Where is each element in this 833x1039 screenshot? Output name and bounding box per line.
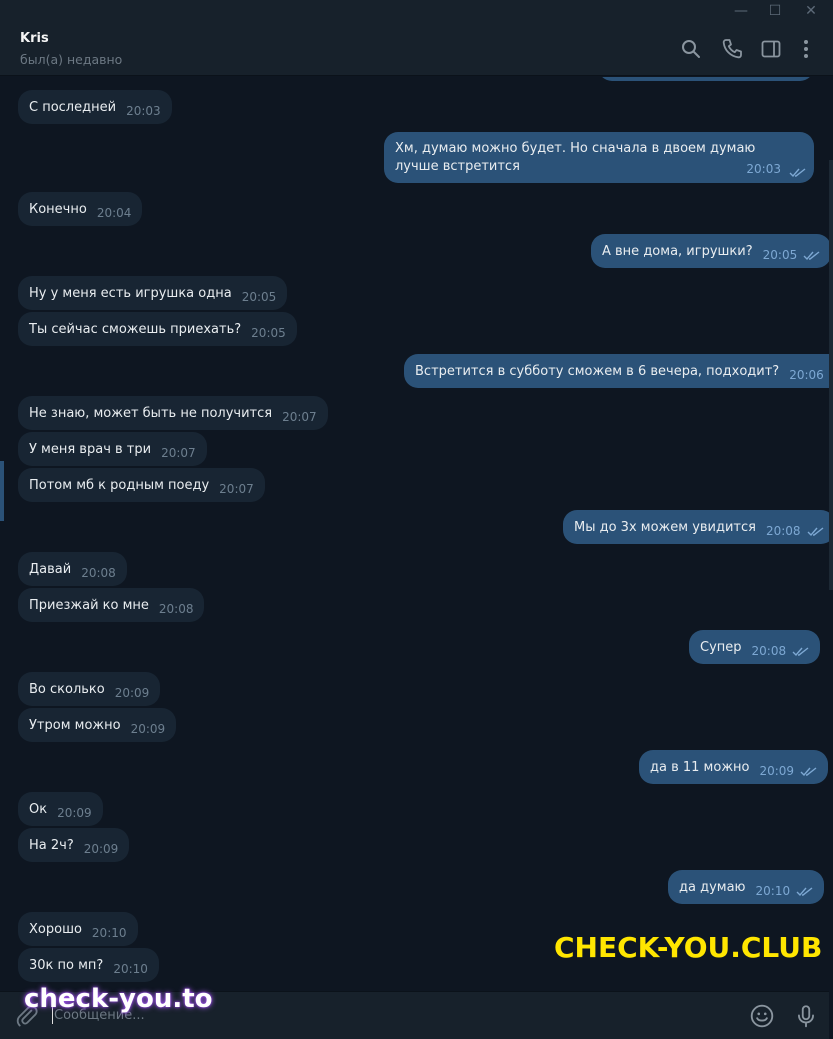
message-time: 20:06	[789, 368, 824, 382]
emoji-icon[interactable]	[749, 1003, 775, 1029]
incoming-message[interactable]: Давай 20:08	[18, 552, 127, 586]
message-time: 20:09	[57, 806, 92, 820]
read-checkmarks-icon	[800, 767, 817, 777]
incoming-message[interactable]: На 2ч? 20:09	[18, 828, 130, 862]
message-time: 20:09	[759, 764, 795, 778]
message-time: 20:07	[282, 410, 317, 424]
message-time: 20:05	[762, 248, 798, 262]
background-window-edge	[829, 160, 833, 590]
incoming-message[interactable]: Ты сейчас сможешь приехать? 20:05	[18, 312, 297, 346]
message-time: 20:09	[83, 842, 119, 856]
message-time: 20:08	[81, 566, 116, 580]
telegram-window: { "window_controls": {"minimize": "—", "…	[0, 0, 833, 1039]
watermark-white: check-you.to	[24, 984, 213, 1014]
previous-outgoing-message-tail	[598, 77, 814, 81]
message-time: 20:08	[158, 602, 194, 616]
chat-title[interactable]: Kris	[20, 31, 49, 46]
message-time: 20:09	[114, 686, 150, 700]
outgoing-message[interactable]: Мы до 3х можем увидится 20:08	[563, 510, 829, 544]
incoming-message[interactable]: Приезжай ко мне 20:08	[18, 588, 205, 622]
more-icon[interactable]	[794, 37, 818, 61]
minimize-button[interactable]: —	[723, 0, 759, 22]
read-checkmarks-icon	[789, 168, 806, 178]
sidebar-toggle-icon[interactable]	[759, 37, 783, 61]
read-checkmarks-icon	[792, 647, 809, 657]
message-time: 20:03	[746, 162, 781, 176]
message-time: 20:09	[130, 722, 166, 736]
outgoing-message[interactable]: да в 11 можно 20:09	[639, 750, 829, 784]
read-checkmarks-icon	[803, 251, 820, 261]
message-time: 20:05	[251, 326, 286, 340]
read-checkmarks-icon	[807, 527, 824, 537]
incoming-message[interactable]: Утром можно 20:09	[18, 708, 177, 742]
message-time: 20:07	[219, 482, 254, 496]
message-time: 20:10	[755, 884, 791, 898]
selection-indicator	[0, 461, 4, 521]
message-time: 20:08	[751, 644, 787, 658]
read-checkmarks-icon	[796, 887, 813, 897]
chat-header[interactable]: Kris был(а) недавно	[0, 22, 833, 76]
incoming-message[interactable]: У меня врач в три 20:07	[18, 432, 207, 466]
incoming-message[interactable]: Ну у меня есть игрушка одна 20:05	[18, 276, 288, 310]
microphone-icon[interactable]	[793, 1003, 819, 1029]
search-icon[interactable]	[679, 37, 703, 61]
outgoing-message[interactable]: Супер 20:08	[689, 630, 821, 664]
maximize-button[interactable]: ☐	[757, 0, 793, 22]
incoming-message[interactable]: Во сколько 20:09	[18, 672, 161, 706]
window-titlebar: — ☐ ✕	[0, 0, 833, 22]
watermark-yellow: CHECK-YOU.CLUB	[554, 931, 823, 964]
message-time: 20:10	[91, 926, 127, 940]
close-button[interactable]: ✕	[793, 0, 829, 22]
phone-icon[interactable]	[720, 37, 744, 61]
message-time: 20:04	[96, 206, 132, 220]
message-time: 20:05	[241, 290, 277, 304]
message-time: 20:08	[765, 524, 801, 538]
incoming-message[interactable]: 30к по мп? 20:10	[18, 948, 159, 982]
incoming-message[interactable]: Потом мб к родным поеду 20:07	[18, 468, 265, 502]
outgoing-message[interactable]: Хм, думаю можно будет. Но сначала в двое…	[384, 132, 814, 183]
last-seen-status: был(а) недавно	[20, 52, 123, 67]
incoming-message[interactable]: С последней 20:03	[18, 90, 172, 124]
outgoing-message[interactable]: да думаю 20:10	[668, 870, 825, 904]
message-time: 20:07	[161, 446, 196, 460]
outgoing-message[interactable]: А вне дома, игрушки? 20:05	[591, 234, 829, 268]
message-time: 20:03	[126, 104, 161, 118]
outgoing-message[interactable]: Встретится в субботу сможем в 6 вечера, …	[404, 354, 829, 388]
incoming-message[interactable]: Ок 20:09	[18, 792, 103, 826]
incoming-message[interactable]: Хорошо 20:10	[18, 912, 138, 946]
message-list[interactable]: С последней 20:03 Хм, думаю можно будет. …	[0, 77, 829, 990]
message-time: 20:10	[113, 962, 148, 976]
incoming-message[interactable]: Не знаю, может быть не получится 20:07	[18, 396, 328, 430]
incoming-message[interactable]: Конечно 20:04	[18, 192, 143, 226]
